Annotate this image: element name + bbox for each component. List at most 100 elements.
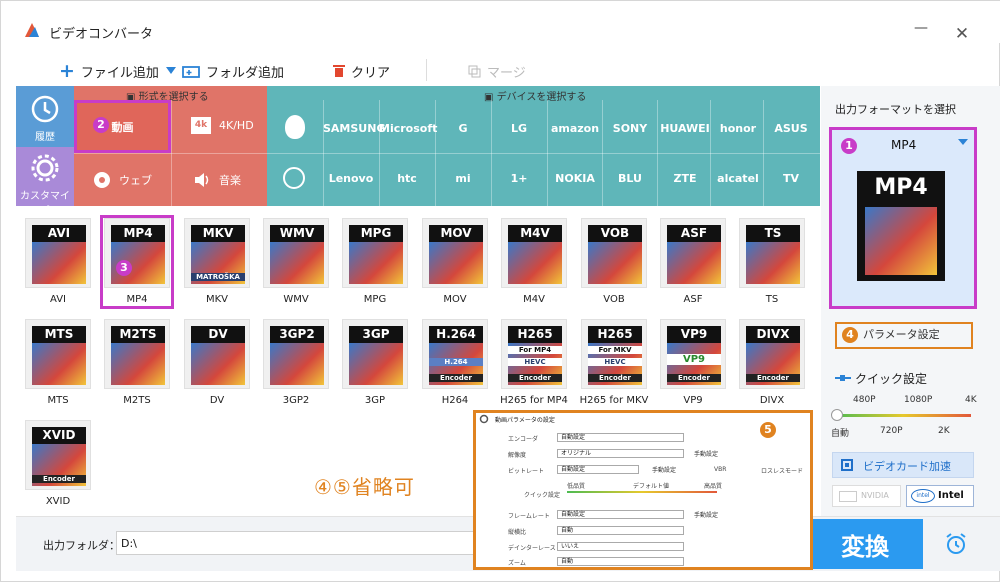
format-tile-art-icon: [508, 242, 562, 284]
high-quality-label: 高品質: [704, 483, 723, 490]
lossless-checkbox[interactable]: ロスレスモード: [761, 466, 803, 475]
bitrate-manual-button[interactable]: 手動設定: [652, 465, 676, 474]
add-file-button[interactable]: + ファイル追加: [59, 61, 159, 81]
format-tile-h265-for-mkv[interactable]: H265 For MKV HEVC Encoder: [581, 319, 647, 389]
format-tile-badge: XVID: [32, 427, 86, 444]
quality-slider-track[interactable]: [835, 414, 971, 417]
step-badge-1: 1: [841, 138, 857, 154]
resolution-select[interactable]: オリジナル: [557, 449, 684, 458]
format-tile-mkv[interactable]: MKV MATROŠKA: [184, 218, 250, 288]
format-tile-xvid[interactable]: XVID Encoder: [25, 420, 91, 490]
encoder-select[interactable]: 自動設定: [557, 433, 684, 442]
format-tile-mpg[interactable]: MPG: [342, 218, 408, 288]
format-tile-mov[interactable]: MOV: [422, 218, 488, 288]
format-tile-mts[interactable]: MTS: [25, 319, 91, 389]
format-tile-ts[interactable]: TS: [739, 218, 805, 288]
format-tile-3gp[interactable]: 3GP: [342, 319, 408, 389]
history-tile[interactable]: 履歴: [16, 86, 74, 147]
device-header: ▣ デバイスを選択する: [484, 92, 587, 103]
vbr-checkbox[interactable]: VBR: [714, 466, 726, 473]
framerate-select[interactable]: 自動設定: [557, 510, 684, 519]
format-tile-art-icon: [746, 242, 800, 284]
format-tile-avi[interactable]: AVI: [25, 218, 91, 288]
device-brand-1-6[interactable]: amazon: [547, 122, 603, 135]
convert-button[interactable]: 変換: [807, 519, 923, 569]
framerate-label: フレームレート: [508, 513, 550, 520]
format-tile-m4v[interactable]: M4V: [501, 218, 567, 288]
speaker-icon: [195, 173, 209, 187]
encoder-label: エンコーダ: [508, 436, 539, 443]
format-tile-dv[interactable]: DV: [184, 319, 250, 389]
aspect-select[interactable]: 自動: [557, 526, 684, 535]
device-brand-1-5[interactable]: LG: [491, 122, 547, 135]
dropdown-arrow-icon[interactable]: [958, 139, 968, 145]
minimize-button[interactable]: —: [913, 21, 929, 37]
close-button[interactable]: ✕: [953, 25, 971, 43]
device-brand-1-2[interactable]: SAMSUNG: [323, 122, 385, 135]
output-folder-input[interactable]: [116, 531, 476, 555]
device-brand-2-6[interactable]: NOKIA: [547, 172, 603, 185]
format-tile-badge: M4V: [508, 225, 562, 242]
4k-hd-button[interactable]: 4k 4K/HD: [191, 117, 254, 134]
device-brand-1-4[interactable]: G: [435, 122, 491, 135]
aspect-label: 縦横比: [508, 529, 527, 536]
resolution-manual-button[interactable]: 手動設定: [694, 449, 718, 458]
device-brand-2-3[interactable]: htc: [379, 172, 435, 185]
tick-2k: 2K: [938, 426, 950, 436]
device-brand-2-5[interactable]: 1+: [491, 172, 547, 185]
mp4-preview-icon: MP4: [857, 171, 945, 281]
device-brand-2-7[interactable]: BLU: [602, 172, 658, 185]
format-tile-wmv[interactable]: WMV: [263, 218, 329, 288]
audio-format-button[interactable]: 音楽: [193, 171, 241, 189]
quality-bar[interactable]: [567, 491, 717, 493]
format-tile-sublabel: HEVC: [508, 358, 562, 366]
slider-icon: [835, 375, 851, 381]
device-brand-2-4[interactable]: mi: [435, 172, 491, 185]
device-brand-2-10[interactable]: TV: [763, 172, 819, 185]
format-tile-badge: 3GP: [349, 326, 403, 343]
device-brand-1-3[interactable]: Microsoft: [379, 122, 437, 135]
quality-slider-thumb[interactable]: [831, 409, 843, 421]
video-format-button[interactable]: 動画: [74, 100, 171, 153]
nvidia-option[interactable]: NVIDIA: [832, 485, 901, 507]
format-label: AVI: [50, 294, 66, 305]
alarm-clock-icon[interactable]: [943, 532, 969, 556]
bitrate-select[interactable]: 自動設定: [557, 465, 639, 474]
format-tile-h264[interactable]: H.264 H.264 Encoder: [422, 319, 488, 389]
bitrate-label: ビットレート: [508, 468, 545, 475]
add-folder-label: フォルダ追加: [206, 65, 285, 81]
web-format-button[interactable]: ウェブ: [93, 171, 152, 189]
format-tile-art-icon: [270, 343, 324, 385]
output-folder-label: 出力フォルダ：: [43, 539, 120, 552]
device-brand-1-7[interactable]: SONY: [602, 122, 658, 135]
format-tile-vob[interactable]: VOB: [581, 218, 647, 288]
gpu-acceleration-label: ビデオカード加速: [863, 460, 951, 473]
intel-option[interactable]: intel Intel: [906, 485, 974, 507]
format-label: H265 for MP4: [500, 395, 568, 406]
device-brand-2-8[interactable]: ZTE: [657, 172, 713, 185]
device-brand-1-8[interactable]: HUAWEI: [657, 122, 713, 135]
format-tile-vp9[interactable]: VP9 VP9 Encoder: [660, 319, 726, 389]
tick-720p: 720P: [880, 426, 903, 436]
device-brand-1-10[interactable]: ASUS: [763, 122, 819, 135]
customize-tile[interactable]: カスタマイズ: [16, 147, 74, 217]
format-tile-m2ts[interactable]: M2TS: [104, 319, 170, 389]
add-folder-button[interactable]: フォルダ追加: [166, 61, 284, 81]
zoom-select[interactable]: 自動: [557, 557, 684, 566]
framerate-manual-button[interactable]: 手動設定: [694, 510, 718, 519]
device-brand-1-9[interactable]: honor: [710, 122, 766, 135]
history-icon: [31, 95, 59, 123]
format-tile-h265-for-mp4[interactable]: H265 For MP4 HEVC Encoder: [501, 319, 567, 389]
merge-button[interactable]: マージ: [468, 61, 526, 81]
format-tile-asf[interactable]: ASF: [660, 218, 726, 288]
video-converter-window: ビデオコンバータ — ✕ + ファイル追加 フォルダ追加 クリア マージ 履歴 …: [0, 0, 1000, 582]
format-tile-3gp2[interactable]: 3GP2: [263, 319, 329, 389]
format-tile-badge: 3GP2: [270, 326, 324, 343]
clear-label: クリア: [351, 65, 391, 81]
deinterlace-select[interactable]: いいえ: [557, 542, 684, 551]
clear-button[interactable]: クリア: [333, 61, 390, 81]
format-tile-badge: H265: [508, 326, 562, 343]
device-brand-2-2[interactable]: Lenovo: [323, 172, 379, 185]
device-brand-2-9[interactable]: alcatel: [710, 172, 766, 185]
format-tile-divx[interactable]: DIVX Encoder: [739, 319, 805, 389]
